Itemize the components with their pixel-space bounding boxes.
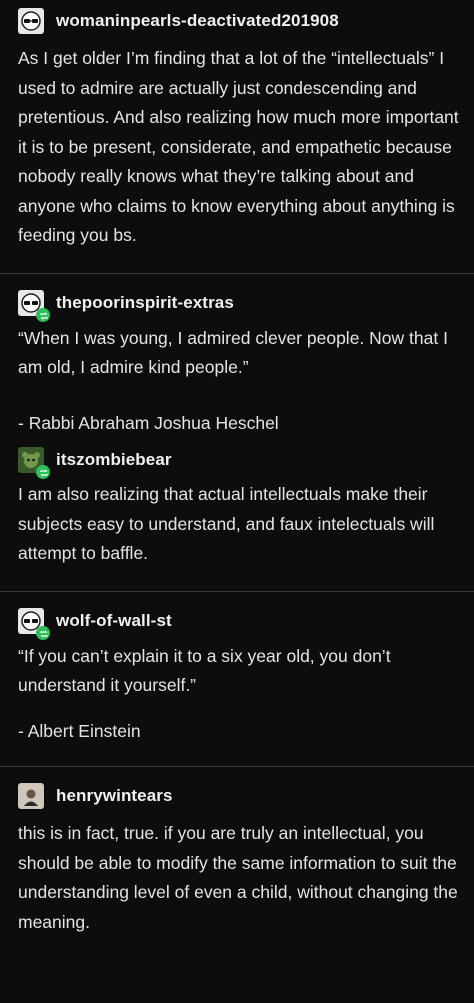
post-header: thepoorinspirit-extras	[18, 284, 460, 322]
reblog-thread: womaninpearls-deactivated201908 As I get…	[0, 0, 474, 937]
quote-text: “When I was young, I admired clever peop…	[18, 327, 448, 378]
quote-attribution: - Rabbi Abraham Joshua Heschel	[18, 412, 279, 433]
post-header: wolf-of-wall-st	[18, 602, 460, 640]
post-text: I am also realizing that actual intellec…	[18, 484, 435, 563]
post-wolf-of-wall-st: wolf-of-wall-st “If you can’t explain it…	[0, 592, 474, 767]
reblog-icon	[36, 465, 50, 479]
username[interactable]: wolf-of-wall-st	[56, 611, 172, 631]
quote-text: “If you can’t explain it to a six year o…	[18, 645, 391, 696]
zombie-bear-avatar-icon[interactable]	[18, 447, 50, 479]
post-header: henrywintears	[18, 777, 460, 815]
username[interactable]: henrywintears	[56, 786, 173, 806]
username[interactable]: womaninpearls-deactivated201908	[56, 11, 339, 31]
portrait-avatar-icon[interactable]	[18, 783, 44, 809]
reblog-icon	[36, 625, 50, 640]
username[interactable]: thepoorinspirit-extras	[56, 293, 234, 313]
post-header: womaninpearls-deactivated201908	[18, 2, 460, 40]
post-text: this is in fact, true. if you are truly …	[18, 823, 458, 932]
post-thepoorinspirit: thepoorinspirit-extras “When I was young…	[0, 274, 474, 439]
username[interactable]: itszombiebear	[56, 450, 172, 470]
reblog-icon	[36, 307, 50, 322]
post-text: As I get older I’m finding that a lot of…	[18, 48, 459, 245]
post-henrywintears: henrywintears this is in fact, true. if …	[0, 767, 474, 937]
quote-attribution: - Albert Einstein	[18, 720, 141, 741]
sunglasses-avatar-icon[interactable]	[18, 289, 50, 322]
post-itszombiebear: itszombiebear I am also realizing that a…	[0, 438, 474, 591]
sunglasses-avatar-icon[interactable]	[18, 607, 50, 640]
post-header: itszombiebear	[18, 444, 460, 479]
sunglasses-avatar-icon[interactable]	[18, 8, 44, 34]
post-womaninpearls: womaninpearls-deactivated201908 As I get…	[0, 0, 474, 273]
